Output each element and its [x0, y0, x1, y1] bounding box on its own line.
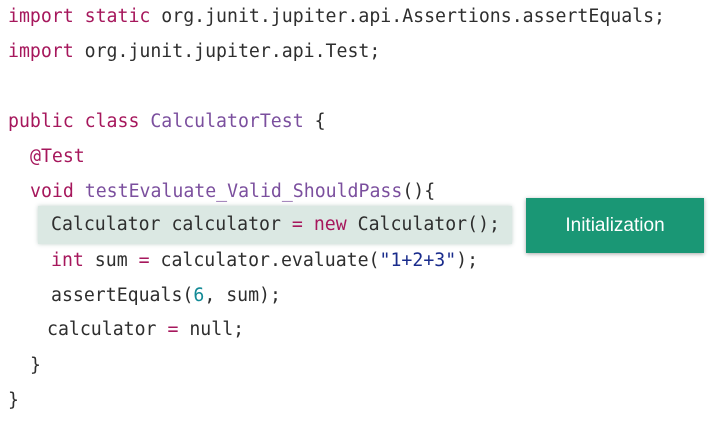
declaration-text: Calculator calculator: [51, 214, 292, 235]
initialization-callout: Initialization: [526, 198, 704, 253]
assign-operator: =: [167, 319, 179, 340]
string-literal: "1+2+3": [379, 250, 457, 271]
code-line-evaluate: int sum = calculator.evaluate("1+2+3");: [51, 249, 478, 273]
keyword-import: import: [8, 6, 74, 27]
open-brace: {: [303, 111, 326, 132]
keyword-public: public: [8, 111, 74, 132]
assert-args: , sum);: [204, 285, 281, 306]
code-editor: import static org.junit.jupiter.api.Asse…: [0, 0, 715, 422]
import-path: org.junit.jupiter.api.Test;: [73, 41, 381, 62]
number-literal: 6: [193, 285, 205, 306]
keyword-import: import: [8, 41, 74, 62]
code-line-method-close: }: [30, 354, 41, 378]
call-close: );: [456, 250, 479, 271]
callout-label: Initialization: [565, 214, 665, 236]
keyword-void: void: [30, 181, 74, 202]
evaluate-call: calculator.evaluate(: [149, 250, 380, 271]
close-brace: }: [8, 390, 19, 411]
variable-calculator: calculator: [47, 319, 168, 340]
code-line-assert: assertEquals(6, sum);: [51, 284, 281, 308]
method-name: testEvaluate_Valid_ShouldPass: [84, 181, 403, 202]
keyword-static: static: [84, 6, 151, 27]
import-path: org.junit.jupiter.api.Assertions.assertE…: [150, 6, 665, 27]
code-line-null-assign: calculator = null;: [47, 318, 244, 342]
code-line-class-declaration: public class CalculatorTest {: [8, 110, 326, 134]
code-line-class-close: }: [8, 389, 19, 413]
code-line-import-assertions: import static org.junit.jupiter.api.Asse…: [8, 5, 665, 29]
keyword-class: class: [84, 111, 140, 132]
close-brace: }: [30, 355, 41, 376]
keyword-int: int: [51, 250, 84, 271]
class-name: CalculatorTest: [150, 111, 304, 132]
code-line-calculator-init: Calculator calculator = new Calculator()…: [51, 213, 500, 237]
constructor-call: Calculator();: [346, 214, 500, 235]
code-line-import-test: import org.junit.jupiter.api.Test;: [8, 40, 380, 64]
test-annotation: @Test: [30, 146, 85, 167]
assert-call: assertEquals(: [51, 285, 194, 306]
assign-operator: =: [138, 250, 150, 271]
keyword-new: new: [313, 214, 347, 235]
code-line-method-declaration: void testEvaluate_Valid_ShouldPass(){: [30, 180, 435, 204]
code-line-annotation: @Test: [30, 145, 85, 169]
method-params: (){: [402, 181, 436, 202]
variable-sum: sum: [83, 250, 139, 271]
assign-operator: =: [291, 214, 303, 235]
null-value: null;: [178, 319, 245, 340]
